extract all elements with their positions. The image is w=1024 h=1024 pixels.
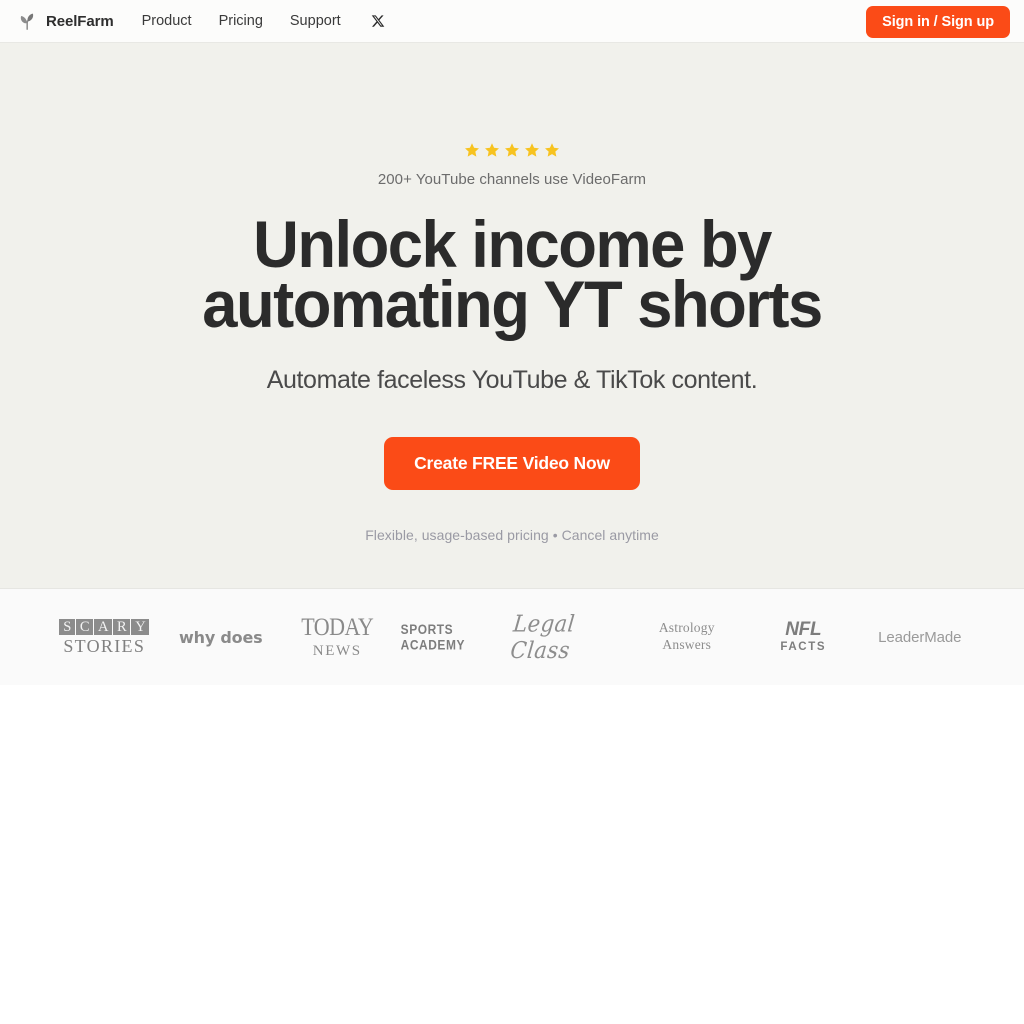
logo-today-news[interactable]: TODAY NEWS [279,608,396,666]
customer-logos-strip: S C A R Y STORIES why does TODAY NEWS SP… [0,589,1024,685]
astrology-answers-line-2: Answers [662,637,712,652]
brand-logo-link[interactable]: ReelFarm [16,10,114,32]
star-icon [504,142,520,158]
page-title: Unlock income by automating YT shorts [166,211,857,337]
logo-nfl-facts[interactable]: NFL FACTS [745,608,862,666]
create-free-video-button[interactable]: Create FREE Video Now [384,437,640,490]
today-news-line-1: TODAY [301,611,374,641]
star-icon [464,142,480,158]
scary-letter: C [75,618,94,636]
scary-letter: A [94,618,113,636]
sprout-icon [16,10,38,32]
headline-line-2: automating YT shorts [202,267,823,341]
star-icon [484,142,500,158]
social-proof-text: 200+ YouTube channels use VideoFarm [377,171,647,188]
scary-letter: S [59,618,75,636]
today-news-line-2: NEWS [312,642,362,659]
rating-stars [0,142,1024,158]
logo-sports-academy[interactable]: SPORTS ACADEMY [400,607,507,668]
pricing-fineprint: Flexible, usage-based pricing • Cancel a… [365,527,659,543]
sign-in-sign-up-button[interactable]: Sign in / Sign up [866,6,1010,38]
nav-item-support[interactable]: Support [290,13,341,29]
logo-leadermade[interactable]: LeaderMade [862,608,979,666]
brand-name: ReelFarm [46,12,114,30]
scary-stories-boxed-letters: S C A R Y [59,618,150,636]
nfl-facts-line-1: NFL [785,619,822,641]
scary-letter: Y [131,618,150,636]
hero-section: 200+ YouTube channels use VideoFarm Unlo… [0,43,1024,589]
scary-letter: R [113,618,131,636]
scary-stories-subtitle: STORIES [63,636,146,657]
cta-container: Create FREE Video Now [0,437,1024,490]
logo-astrology-answers[interactable]: Astrology Answers [629,608,746,666]
nav-item-pricing[interactable]: Pricing [219,13,263,29]
logo-legal-class[interactable]: Legal Class [509,605,632,669]
nav-item-product[interactable]: Product [142,13,192,29]
nfl-facts-line-2: FACTS [780,641,827,654]
star-icon [544,142,560,158]
astrology-answers-line-1: Astrology [658,620,715,636]
star-icon [524,142,540,158]
logo-scary-stories[interactable]: S C A R Y STORIES [46,608,163,666]
nav-links-group: ReelFarm Product Pricing Support [16,10,386,32]
logo-why-does[interactable]: why does [163,608,280,666]
page-body-empty-area [0,685,1024,1024]
x-twitter-icon[interactable] [370,13,386,29]
top-navbar: ReelFarm Product Pricing Support Sign in… [0,0,1024,43]
hero-subheadline: Automate faceless YouTube & TikTok conte… [266,366,758,394]
